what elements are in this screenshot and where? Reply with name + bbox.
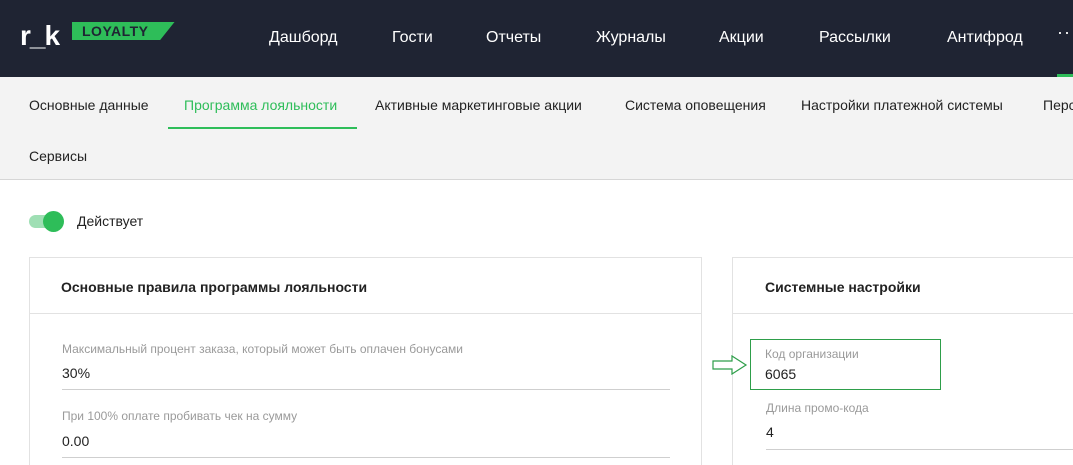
max-bonus-percent-input[interactable]: 30% bbox=[62, 365, 90, 381]
system-settings-title: Системные настройки bbox=[765, 279, 921, 295]
arrow-right-icon bbox=[712, 355, 748, 375]
nav-more-button[interactable]: ·· bbox=[1057, 22, 1071, 43]
tab-services[interactable]: Сервисы bbox=[29, 147, 87, 165]
status-label: Действует bbox=[77, 213, 144, 229]
settings-tabs: Основные данные Программа лояльности Акт… bbox=[0, 77, 1073, 180]
full-payment-receipt-label: При 100% оплате пробивать чек на сумму bbox=[62, 409, 298, 423]
nav-item-mailings[interactable]: Рассылки bbox=[819, 28, 891, 48]
nav-item-journals[interactable]: Журналы bbox=[596, 28, 666, 48]
nav-item-guests[interactable]: Гости bbox=[392, 28, 433, 48]
org-code-highlight bbox=[750, 339, 941, 390]
tab-active-marketing[interactable]: Активные маркетинговые акции bbox=[375, 96, 582, 114]
full-payment-receipt-underline bbox=[62, 457, 670, 458]
tab-notification-system[interactable]: Система оповещения bbox=[625, 96, 766, 114]
max-bonus-percent-label: Максимальный процент заказа, который мож… bbox=[62, 342, 463, 356]
promo-code-length-underline bbox=[766, 449, 1073, 450]
nav-item-promotions[interactable]: Акции bbox=[719, 28, 764, 48]
nav-item-reports[interactable]: Отчеты bbox=[486, 28, 541, 48]
tab-main-data[interactable]: Основные данные bbox=[29, 96, 149, 114]
logo-text: r_k bbox=[20, 20, 60, 51]
top-navigation-bar: r_k LOYALTY Дашборд Гости Отчеты Журналы… bbox=[0, 0, 1073, 77]
tab-personal-truncated[interactable]: Перс bbox=[1043, 96, 1073, 114]
promo-code-length-input[interactable]: 4 bbox=[766, 424, 774, 440]
promo-code-length-label: Длина промо-кода bbox=[766, 401, 869, 415]
nav-item-dashboard[interactable]: Дашборд bbox=[269, 28, 338, 48]
tab-loyalty-program[interactable]: Программа лояльности bbox=[184, 96, 337, 114]
loyalty-badge: LOYALTY bbox=[72, 22, 175, 40]
status-toggle[interactable] bbox=[29, 210, 65, 232]
brand-logo[interactable]: r_k LOYALTY bbox=[20, 20, 175, 52]
max-bonus-percent-underline bbox=[62, 389, 670, 390]
card-divider bbox=[30, 313, 701, 314]
loyalty-rules-card: Основные правила программы лояльности Ма… bbox=[29, 257, 702, 465]
full-payment-receipt-input[interactable]: 0.00 bbox=[62, 433, 89, 449]
loyalty-badge-text: LOYALTY bbox=[82, 23, 149, 39]
nav-item-antifraud[interactable]: Антифрод bbox=[947, 28, 1023, 48]
loyalty-rules-title: Основные правила программы лояльности bbox=[61, 279, 368, 295]
toggle-knob bbox=[43, 211, 64, 232]
active-tab-indicator bbox=[168, 127, 357, 129]
card-divider bbox=[733, 313, 1073, 314]
tab-payment-settings[interactable]: Настройки платежной системы bbox=[801, 96, 1003, 114]
